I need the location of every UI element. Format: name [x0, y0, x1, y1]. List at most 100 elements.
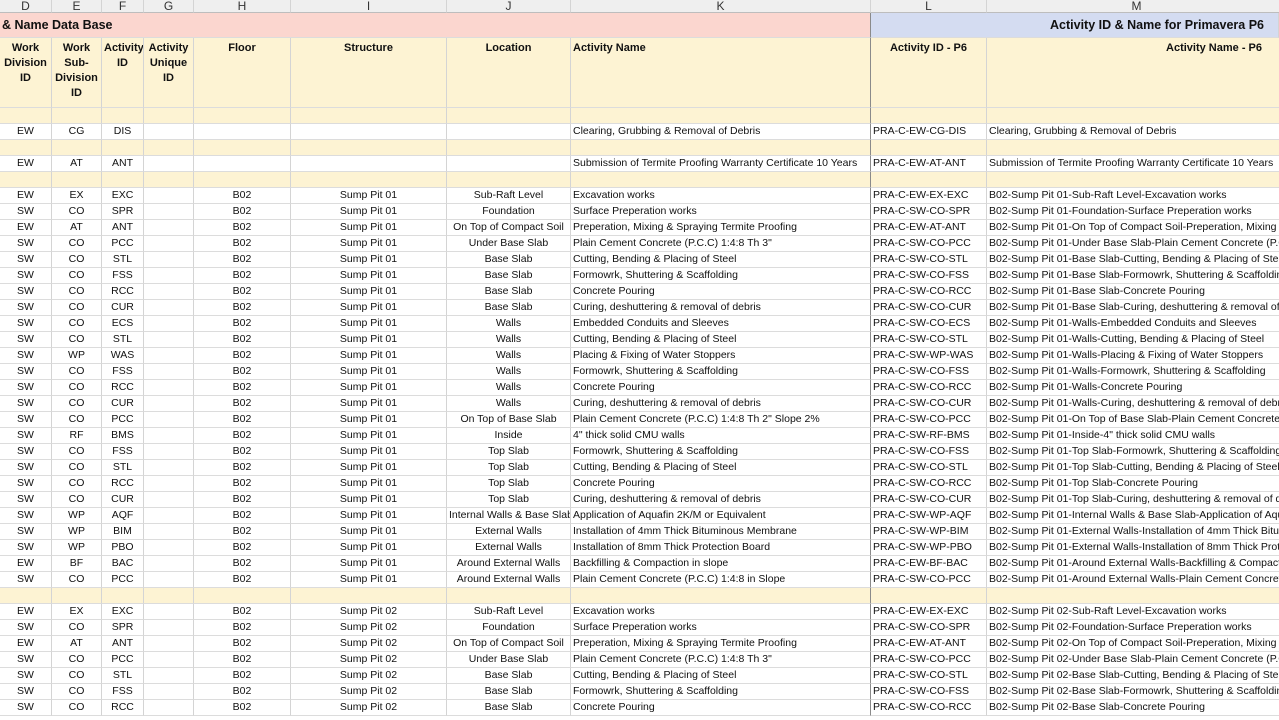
cell-j[interactable]: Base Slab — [447, 284, 571, 300]
band-right-title[interactable]: Activity ID & Name for Primavera P6 — [871, 13, 1279, 38]
cell-h[interactable]: B02 — [194, 268, 291, 284]
cell-d[interactable]: EW — [0, 220, 52, 236]
cell-g[interactable] — [144, 700, 194, 716]
cell-g[interactable] — [144, 380, 194, 396]
separator-cell[interactable] — [52, 588, 102, 604]
cell-e[interactable]: AT — [52, 636, 102, 652]
cell-j[interactable]: Base Slab — [447, 252, 571, 268]
cell-i[interactable]: Sump Pit 01 — [291, 492, 447, 508]
cell-i[interactable]: Sump Pit 01 — [291, 380, 447, 396]
cell-i[interactable]: Sump Pit 01 — [291, 332, 447, 348]
column-letter-i[interactable]: I — [291, 0, 447, 13]
cell-l[interactable]: PRA-C-SW-RF-BMS — [871, 428, 987, 444]
cell-j[interactable]: Sub-Raft Level — [447, 188, 571, 204]
cell-m[interactable]: B02-Sump Pit 01-On Top of Base Slab-Plai… — [987, 412, 1279, 428]
cell-e[interactable]: CG — [52, 124, 102, 140]
cell-d[interactable]: SW — [0, 428, 52, 444]
cell-h[interactable]: B02 — [194, 540, 291, 556]
separator-cell[interactable] — [0, 140, 52, 156]
cell-i[interactable]: Sump Pit 01 — [291, 300, 447, 316]
cell-e[interactable]: WP — [52, 540, 102, 556]
cell-e[interactable]: EX — [52, 188, 102, 204]
cell-g[interactable] — [144, 460, 194, 476]
cell-d[interactable]: SW — [0, 700, 52, 716]
cell-i[interactable]: Sump Pit 02 — [291, 636, 447, 652]
header-e[interactable]: Work Sub-Division ID — [52, 38, 102, 108]
cell-m[interactable]: B02-Sump Pit 01-Base Slab-Concrete Pouri… — [987, 284, 1279, 300]
cell-i[interactable]: Sump Pit 01 — [291, 572, 447, 588]
cell-l[interactable]: PRA-C-EW-EX-EXC — [871, 604, 987, 620]
cell-g[interactable] — [144, 652, 194, 668]
cell-g[interactable] — [144, 444, 194, 460]
separator-cell[interactable] — [987, 140, 1279, 156]
cell-d[interactable]: SW — [0, 476, 52, 492]
cell-h[interactable]: B02 — [194, 572, 291, 588]
cell-l[interactable]: PRA-C-EW-AT-ANT — [871, 636, 987, 652]
cell-g[interactable] — [144, 572, 194, 588]
cell-l[interactable]: PRA-C-SW-CO-FSS — [871, 268, 987, 284]
column-letter-j[interactable]: J — [447, 0, 571, 13]
header-l[interactable]: Activity ID - P6 — [871, 38, 987, 108]
cell-m[interactable]: B02-Sump Pit 02-Base Slab-Concrete Pouri… — [987, 700, 1279, 716]
cell-e[interactable]: CO — [52, 700, 102, 716]
separator-cell[interactable] — [144, 108, 194, 124]
column-letter-k[interactable]: K — [571, 0, 871, 13]
cell-i[interactable]: Sump Pit 02 — [291, 604, 447, 620]
cell-j[interactable]: Top Slab — [447, 460, 571, 476]
column-letter-h[interactable]: H — [194, 0, 291, 13]
cell-k[interactable]: Submission of Termite Proofing Warranty … — [571, 156, 871, 172]
cell-m[interactable]: B02-Sump Pit 02-On Top of Compact Soil-P… — [987, 636, 1279, 652]
cell-k[interactable]: Installation of 8mm Thick Protection Boa… — [571, 540, 871, 556]
cell-k[interactable]: Cutting, Bending & Placing of Steel — [571, 460, 871, 476]
cell-g[interactable] — [144, 188, 194, 204]
cell-e[interactable]: RF — [52, 428, 102, 444]
cell-l[interactable]: PRA-C-SW-CO-SPR — [871, 204, 987, 220]
cell-f[interactable]: PBO — [102, 540, 144, 556]
cell-k[interactable]: Placing & Fixing of Water Stoppers — [571, 348, 871, 364]
cell-k[interactable]: Clearing, Grubbing & Removal of Debris — [571, 124, 871, 140]
cell-i[interactable] — [291, 124, 447, 140]
cell-h[interactable] — [194, 156, 291, 172]
cell-m[interactable]: Submission of Termite Proofing Warranty … — [987, 156, 1279, 172]
separator-cell[interactable] — [291, 140, 447, 156]
cell-h[interactable]: B02 — [194, 284, 291, 300]
cell-l[interactable]: PRA-C-SW-CO-FSS — [871, 444, 987, 460]
cell-m[interactable]: B02-Sump Pit 02-Foundation-Surface Prepe… — [987, 620, 1279, 636]
cell-m[interactable]: B02-Sump Pit 01-On Top of Compact Soil-P… — [987, 220, 1279, 236]
cell-j[interactable]: Base Slab — [447, 700, 571, 716]
cell-j[interactable]: On Top of Base Slab — [447, 412, 571, 428]
cell-d[interactable]: SW — [0, 332, 52, 348]
separator-cell[interactable] — [102, 108, 144, 124]
cell-e[interactable]: WP — [52, 524, 102, 540]
cell-l[interactable]: PRA-C-SW-CO-PCC — [871, 236, 987, 252]
cell-e[interactable]: CO — [52, 444, 102, 460]
cell-h[interactable]: B02 — [194, 636, 291, 652]
separator-cell[interactable] — [144, 140, 194, 156]
cell-d[interactable]: SW — [0, 204, 52, 220]
cell-h[interactable]: B02 — [194, 412, 291, 428]
cell-k[interactable]: Backfilling & Compaction in slope — [571, 556, 871, 572]
cell-i[interactable]: Sump Pit 02 — [291, 684, 447, 700]
cell-j[interactable]: Base Slab — [447, 684, 571, 700]
cell-h[interactable]: B02 — [194, 444, 291, 460]
cell-g[interactable] — [144, 476, 194, 492]
cell-g[interactable] — [144, 268, 194, 284]
cell-f[interactable]: SPR — [102, 620, 144, 636]
cell-k[interactable]: Preperation, Mixing & Spraying Termite P… — [571, 636, 871, 652]
cell-f[interactable]: CUR — [102, 300, 144, 316]
cell-j[interactable]: Base Slab — [447, 668, 571, 684]
cell-j[interactable]: External Walls — [447, 524, 571, 540]
cell-j[interactable] — [447, 124, 571, 140]
cell-j[interactable]: Around External Walls — [447, 572, 571, 588]
band-left-title[interactable]: & Name Data Base — [0, 13, 871, 38]
cell-j[interactable]: Around External Walls — [447, 556, 571, 572]
cell-l[interactable]: PRA-C-SW-CO-RCC — [871, 284, 987, 300]
separator-cell[interactable] — [144, 588, 194, 604]
cell-l[interactable]: PRA-C-EW-AT-ANT — [871, 220, 987, 236]
cell-e[interactable]: CO — [52, 668, 102, 684]
cell-j[interactable]: Under Base Slab — [447, 652, 571, 668]
cell-g[interactable] — [144, 396, 194, 412]
cell-m[interactable]: B02-Sump Pit 01-Foundation-Surface Prepe… — [987, 204, 1279, 220]
column-letter-g[interactable]: G — [144, 0, 194, 13]
cell-g[interactable] — [144, 508, 194, 524]
